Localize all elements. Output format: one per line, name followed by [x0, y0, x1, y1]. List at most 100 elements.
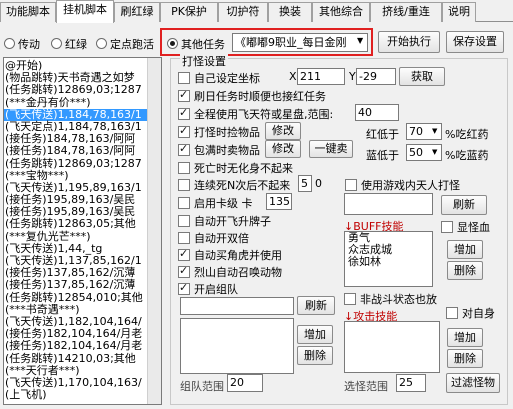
script-line[interactable]: (任务跳转)14210,03;其他: [4, 352, 147, 365]
script-line[interactable]: (接任务)182,104,164/月老: [4, 340, 147, 352]
auto-summon-checkbox[interactable]: [178, 264, 190, 278]
chevron-down-icon: ▼: [432, 148, 438, 156]
death-n-checkbox[interactable]: [178, 179, 190, 191]
show-value-checkbox[interactable]: [441, 221, 453, 233]
filter-monsters-button[interactable]: 过滤怪物: [446, 373, 500, 393]
task-select[interactable]: 《嘟嘟9职业_每日金刚: [232, 33, 368, 52]
red-stone-suffix: %吃红药: [445, 128, 489, 141]
auto-team-checkbox[interactable]: [178, 281, 190, 295]
fly-fullmap-checkbox[interactable]: [178, 106, 190, 120]
radio-honglu-label: 红绿: [65, 38, 87, 51]
fetch-button[interactable]: 获取: [399, 67, 445, 86]
auto-card-checkbox[interactable]: [178, 215, 190, 227]
auto-buy-tiger-checkbox[interactable]: [178, 247, 190, 261]
script-line[interactable]: (接任务)137,85,162/沉薄: [4, 279, 147, 291]
fly-range-input[interactable]: 40: [355, 104, 399, 121]
pickup-modify-button[interactable]: 修改: [265, 122, 301, 140]
team-range-label: 组队范围: [180, 380, 224, 393]
radio-dingdian[interactable]: [96, 38, 107, 49]
add-attack-button[interactable]: 增加: [447, 328, 483, 347]
pickup-label: 打怪时捡物品: [194, 126, 260, 139]
attack-self-checkbox[interactable]: [446, 307, 458, 319]
script-line[interactable]: (上飞机): [4, 388, 147, 401]
tab-pk-protect[interactable]: PK保护: [160, 2, 218, 22]
script-line[interactable]: (接任务)184,78,163/阿阿: [4, 145, 147, 157]
red-stone-label: 红低于: [366, 128, 399, 141]
nonbattle-skill-checkbox[interactable]: [344, 293, 356, 305]
refresh-team-button[interactable]: 刷新: [297, 296, 335, 315]
team-list[interactable]: [180, 318, 294, 374]
team-range-input[interactable]: 20: [227, 374, 263, 392]
upgrade-level-input[interactable]: 135: [266, 193, 292, 210]
buff-item[interactable]: 徐如林: [345, 256, 432, 268]
refresh-buff-button[interactable]: 刷新: [441, 195, 487, 215]
show-value-label: 显怪血: [457, 221, 490, 234]
x-label: X: [289, 70, 297, 83]
death-no-rise-label: 死亡时无化身不起来: [194, 162, 293, 175]
auto-upgrade-label: 启用卡级 卡: [194, 197, 253, 210]
auto-upgrade-checkbox[interactable]: [178, 197, 190, 209]
radio-dingdian-label: 定点跑活: [110, 38, 154, 51]
script-line[interactable]: (任务跳转)12869,03;1287: [4, 157, 147, 170]
radio-honglu[interactable]: [51, 38, 62, 49]
auto-card-label: 自动开飞升牌子: [194, 215, 271, 228]
x-input[interactable]: 211: [297, 68, 345, 85]
tab-switch-charm[interactable]: 切护符: [218, 2, 268, 22]
tab-reconnect[interactable]: 挤线/重连: [370, 2, 442, 22]
delete-team-button[interactable]: 删除: [297, 346, 333, 365]
death-no-rise-checkbox[interactable]: [178, 162, 190, 174]
attack-self-label: 对自身: [462, 307, 495, 320]
radio-chuansong[interactable]: [4, 38, 15, 49]
select-range-label: 选怪范围: [344, 380, 388, 393]
use-game-hang-label: 使用游戏内天人打怪: [361, 179, 460, 192]
auto-team-label: 开启组队: [194, 283, 238, 296]
death-n-suffix: 0: [315, 177, 322, 190]
script-line[interactable]: (任务跳转)12863,05;其他: [4, 218, 147, 230]
custom-coords-label: 自己设定坐标: [194, 72, 260, 85]
tab-function-script[interactable]: 功能脚本: [0, 2, 56, 22]
blue-stone-suffix: %吃蓝药: [445, 149, 489, 162]
script-line[interactable]: (任务跳转)12854,010;其他: [4, 291, 147, 304]
add-team-button[interactable]: 增加: [297, 325, 333, 344]
chevron-down-icon: ▼: [432, 127, 438, 135]
sell-modify-button[interactable]: 修改: [265, 140, 301, 158]
task-select-value: 《嘟嘟9职业_每日金刚: [235, 36, 347, 49]
fly-fullmap-label: 全程使用飞天符或星盘,范围:: [194, 108, 334, 121]
radio-other-task[interactable]: [167, 38, 178, 49]
delete-buff-button[interactable]: 删除: [447, 261, 483, 280]
start-button[interactable]: 开始执行: [378, 31, 440, 53]
use-game-hang-checkbox[interactable]: [345, 179, 357, 191]
death-n-input[interactable]: 5: [298, 175, 312, 192]
attack-skill-list[interactable]: [344, 321, 440, 373]
auto-buy-tiger-label: 自动买角虎并使用: [194, 249, 282, 262]
script-list[interactable]: @开始) (物品跳转)天书奇遇之如梦 (任务跳转)12869,03;1287 (***…: [3, 57, 162, 405]
save-settings-button[interactable]: 保存设置: [446, 31, 504, 53]
pickup-checkbox[interactable]: [178, 124, 190, 138]
script-line[interactable]: (***复仇光芒***): [4, 230, 147, 243]
tab-other-general[interactable]: 其他综合: [312, 2, 370, 22]
delete-attack-button[interactable]: 删除: [447, 349, 483, 368]
pack-sell-checkbox[interactable]: [178, 142, 190, 156]
tab-brush-red-green[interactable]: 刷红绿: [114, 2, 160, 22]
add-buff-button[interactable]: 增加: [447, 240, 483, 259]
auto-return-checkbox[interactable]: [178, 232, 190, 244]
tab-hang-script[interactable]: 挂机脚本: [56, 0, 114, 23]
team-source-list[interactable]: [180, 297, 294, 315]
script-scrollbar[interactable]: [147, 58, 161, 404]
death-n-label: 连续死N次后不起来: [194, 179, 291, 192]
tab-help[interactable]: 说明: [442, 2, 476, 22]
y-input[interactable]: -29: [356, 68, 396, 85]
script-line[interactable]: (***金丹有价***): [4, 96, 147, 109]
buff-skill-list[interactable]: 勇气 众志成城 徐如林: [344, 231, 433, 287]
script-line[interactable]: (任务跳转)12869,03;1287: [4, 84, 147, 96]
tab-change-equip[interactable]: 换装: [268, 2, 312, 22]
brush-task-checkbox[interactable]: [178, 88, 190, 102]
select-range-input[interactable]: 25: [396, 374, 426, 392]
nonbattle-skill-label: 非战斗状态也放: [360, 293, 437, 306]
blue-stone-label: 蓝低于: [366, 149, 399, 162]
auto-summon-label: 烈山自动召唤动物: [194, 266, 282, 279]
buff-source-list[interactable]: [344, 193, 433, 215]
radio-other-task-label: 其他任务: [181, 38, 225, 51]
one-key-sell-button[interactable]: 一键卖: [309, 140, 353, 158]
custom-coords-checkbox[interactable]: [178, 72, 190, 84]
